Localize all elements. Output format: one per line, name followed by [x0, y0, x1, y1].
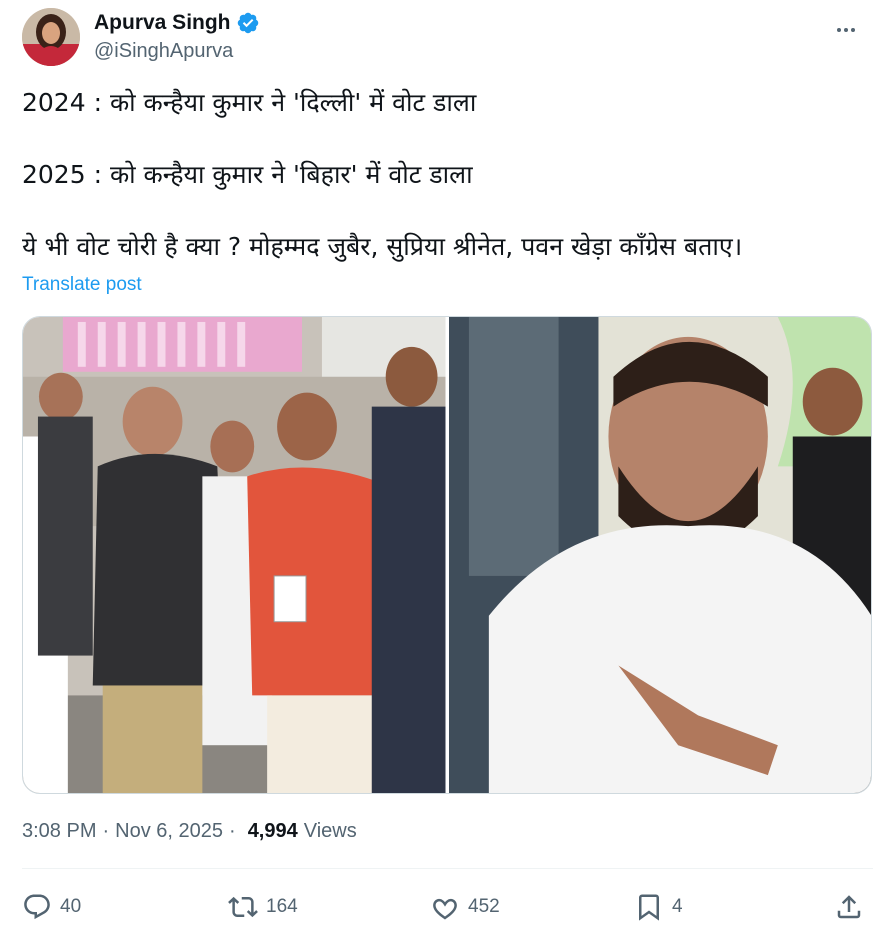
- views-count: 4,994: [247, 820, 298, 842]
- share-button[interactable]: [834, 892, 864, 922]
- reply-count: 40: [60, 896, 82, 917]
- display-name[interactable]: Apurva Singh: [94, 11, 231, 35]
- post-text: 2024 : को कन्हैया कुमार ने 'दिल्ली' में …: [22, 84, 873, 266]
- separator-dot: ·: [229, 820, 236, 842]
- repost-button[interactable]: 164: [228, 892, 298, 922]
- repost-icon: [228, 896, 258, 918]
- like-count: 452: [468, 896, 500, 917]
- post-time[interactable]: 3:08 PM: [22, 820, 96, 843]
- share-icon: [837, 895, 861, 919]
- separator-dot: ·: [102, 820, 110, 842]
- post-line: 2025 : को कन्हैया कुमार ने 'बिहार' में व…: [22, 160, 473, 189]
- views-label: Views: [303, 820, 357, 842]
- bookmark-button[interactable]: 4: [634, 892, 683, 922]
- repost-count: 164: [266, 896, 298, 917]
- post-line: 2024 : को कन्हैया कुमार ने 'दिल्ली' में …: [22, 88, 477, 117]
- post-header: Apurva Singh @iSinghApurva: [22, 8, 877, 70]
- avatar[interactable]: [22, 8, 80, 66]
- photo-group[interactable]: [23, 317, 446, 793]
- bookmark-icon: [639, 894, 659, 921]
- action-bar: 40 164 452 4: [22, 888, 873, 928]
- post-date[interactable]: Nov 6, 2025: [115, 820, 223, 843]
- media-grid: [22, 316, 872, 794]
- reply-button[interactable]: 40: [22, 892, 81, 922]
- bookmark-count: 4: [672, 896, 683, 917]
- verified-badge-icon: [237, 12, 258, 34]
- handle[interactable]: @iSinghApurva: [94, 40, 260, 63]
- more-options-icon[interactable]: [831, 18, 861, 42]
- post-line: ये भी वोट चोरी है क्या ? मोहम्मद जुबैर, …: [22, 232, 743, 261]
- photo-voter[interactable]: [448, 317, 871, 793]
- heart-icon: [433, 898, 457, 920]
- translate-link[interactable]: Translate post: [22, 274, 142, 296]
- like-button[interactable]: 452: [430, 892, 500, 922]
- post-meta: 3:08 PM · Nov 6, 2025 · 4,994 Views: [22, 820, 357, 843]
- author-names: Apurva Singh @iSinghApurva: [94, 10, 260, 63]
- divider: [22, 868, 873, 869]
- reply-icon: [24, 894, 50, 920]
